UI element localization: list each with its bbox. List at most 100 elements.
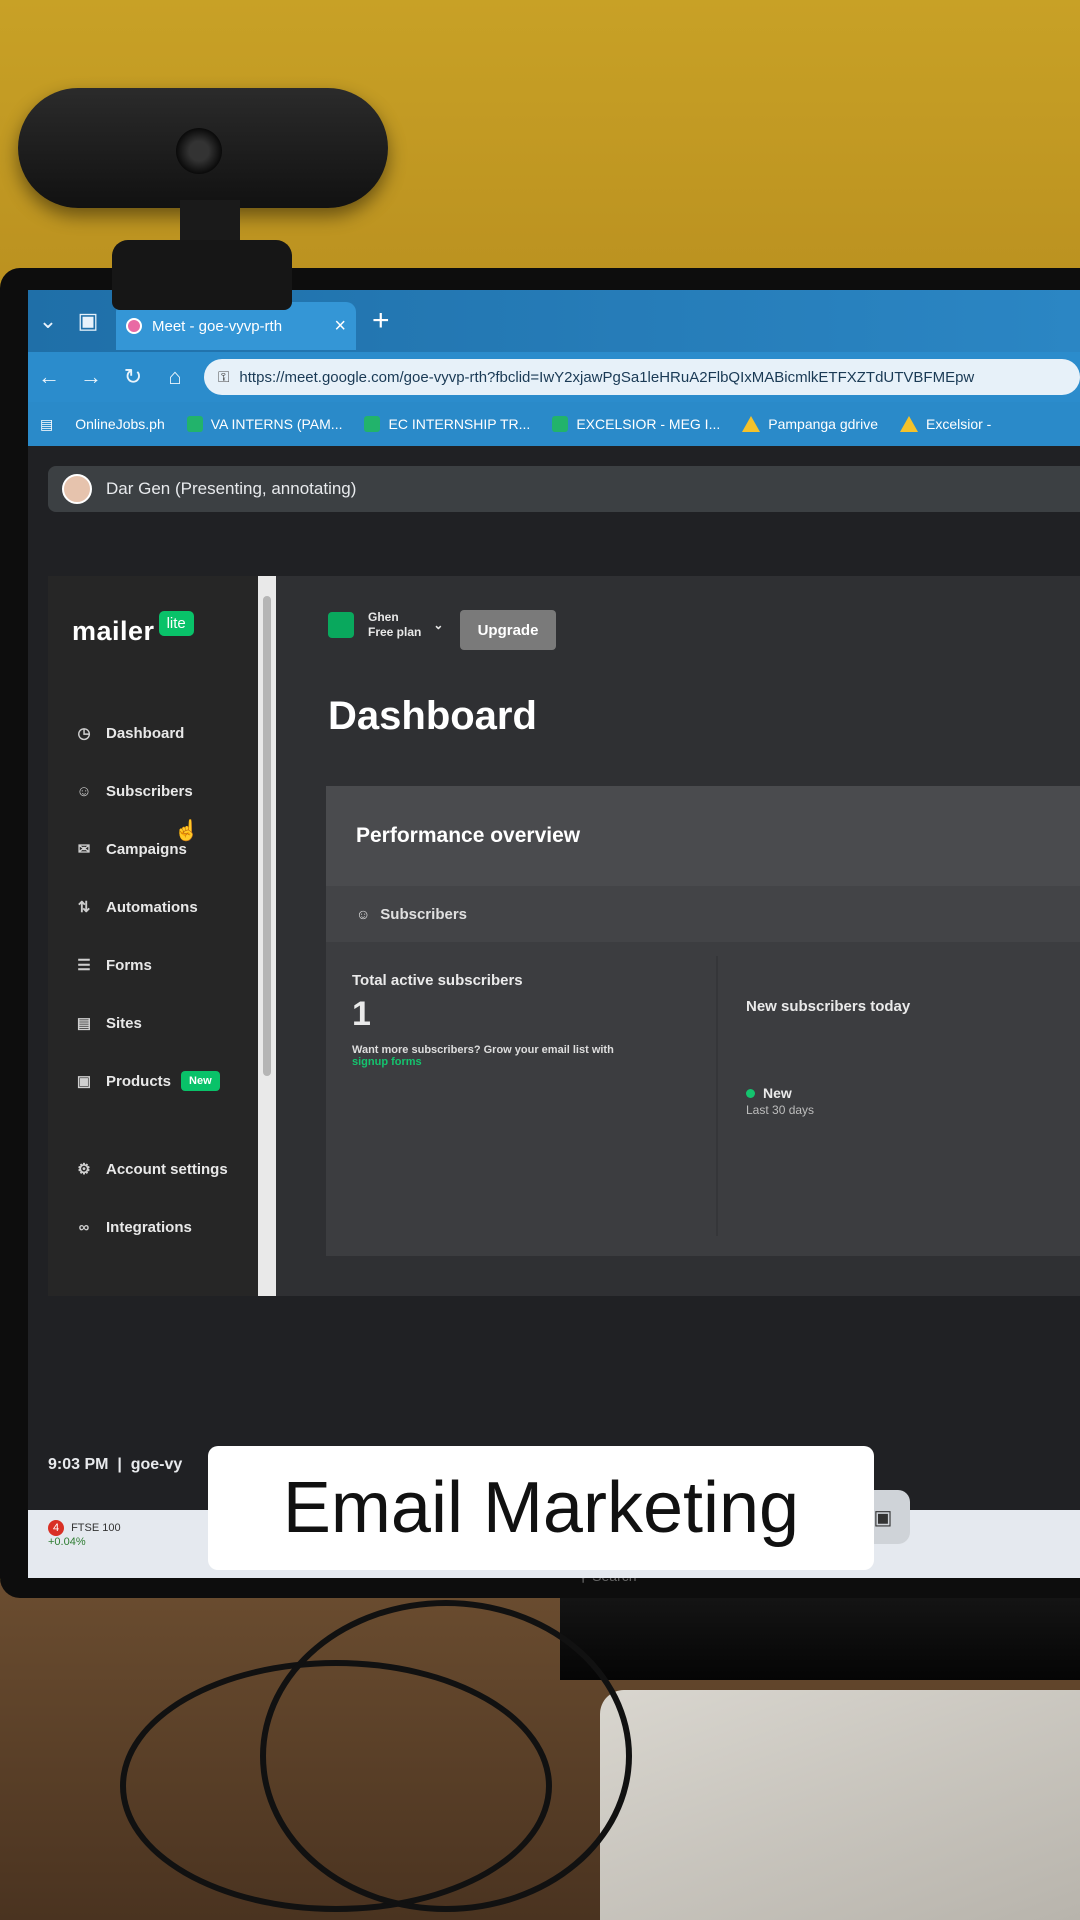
sidebar-item-label: Dashboard (106, 724, 185, 742)
close-tab-icon[interactable]: × (334, 315, 346, 338)
time-label: 9:03 PM (48, 1456, 109, 1473)
webcam-clip (112, 240, 292, 310)
stock-widget[interactable]: 4 FTSE 100 +0.04% (48, 1520, 121, 1548)
new-tab-icon[interactable]: + (372, 304, 390, 338)
webcam-lens (176, 128, 222, 174)
stat-value: 1 (352, 995, 371, 1033)
avatar (62, 474, 92, 504)
card-header: Performance overview (326, 786, 1080, 886)
bookmark-label: Pampanga gdrive (768, 416, 878, 432)
person-icon: ☺ (76, 782, 92, 800)
account-name: Ghen (368, 610, 399, 624)
sidebar-item-sites[interactable]: ▤ Sites (74, 994, 254, 1052)
address-bar[interactable]: ⚿ https://meet.google.com/goe-vyvp-rth?f… (204, 359, 1080, 395)
upgrade-button[interactable]: Upgrade (460, 610, 556, 650)
sidebar-item-label: Integrations (106, 1218, 192, 1236)
reload-icon[interactable]: ↻ (112, 364, 154, 390)
new-subscribers-stat: New subscribers today New Last 30 days (746, 998, 910, 1117)
back-icon[interactable]: ← (28, 364, 70, 390)
bookmark-item[interactable]: Excelsior - (900, 416, 991, 432)
stock-change: +0.04% (48, 1536, 86, 1548)
chevron-down-icon: ⌄ (433, 618, 444, 632)
sidebar-item-dashboard[interactable]: ◷ Dashboard (74, 704, 254, 762)
account-icon (328, 612, 354, 638)
bookmarks-menu-icon[interactable]: ▤ (40, 416, 53, 433)
signup-forms-link[interactable]: signup forms (352, 1056, 422, 1068)
sidebar-item-label: Account settings (106, 1160, 228, 1178)
stock-name: FTSE 100 (71, 1522, 121, 1534)
bag-icon: ▣ (76, 1073, 92, 1090)
main-content: Ghen Free plan ⌄ Upgrade Dashboard Perfo… (276, 576, 1080, 1296)
layers-icon: ☰ (77, 957, 91, 974)
bookmark-label: OnlineJobs.ph (75, 416, 165, 432)
scrollbar-thumb[interactable] (263, 596, 271, 1076)
meet-favicon-icon (126, 318, 142, 334)
legend-dot-icon (746, 1088, 755, 1098)
sidebar-item-label: Forms (106, 956, 152, 974)
logo-word: mailer (72, 616, 155, 646)
hint-text: Want more subscribers? Grow your email l… (352, 1044, 614, 1056)
scrollbar[interactable] (258, 576, 276, 1296)
bookmark-item[interactable]: EXCELSIOR - MEG I... (552, 416, 720, 432)
lock-icon: ⚿ (218, 368, 230, 386)
tab-subscribers[interactable]: ☺ Subscribers (326, 886, 1080, 942)
new-badge: New (181, 1071, 220, 1091)
browser-toolbar: ← → ↻ ⌂ ⚿ https://meet.google.com/goe-vy… (28, 352, 1080, 402)
monitor-screen: ⌄ ▣ Meet - goe-vyvp-rth × + ← → ↻ ⌂ ⚿ ht… (28, 290, 1080, 1578)
sidebar-item-campaigns[interactable]: ✉ Campaigns (74, 820, 254, 878)
bookmark-item[interactable]: EC INTERNSHIP TR... (364, 416, 530, 432)
gear-icon: ⚙ (77, 1161, 91, 1178)
bookmark-item[interactable]: VA INTERNS (PAM... (186, 416, 343, 432)
window-icon: ▤ (76, 1015, 92, 1032)
tab-label: Subscribers (380, 905, 468, 923)
sidebar-nav: ◷ Dashboard ☺ Subscribers ✉ Campaigns ⇅ … (74, 704, 254, 1256)
account-info: Ghen Free plan (368, 610, 421, 640)
automation-icon: ⇅ (77, 899, 91, 916)
bookmark-item[interactable]: OnlineJobs.ph (75, 416, 165, 432)
sidebar-item-products[interactable]: ▣ Products New (74, 1052, 254, 1110)
account-switcher[interactable]: Ghen Free plan ⌄ (328, 610, 443, 640)
sidebar-item-account-settings[interactable]: ⚙ Account settings (74, 1140, 254, 1198)
mailerlite-app: mailer lite ◷ Dashboard ☺ Subscribers ✉ … (48, 576, 1080, 1296)
drive-icon (742, 416, 761, 432)
divider (716, 956, 718, 1236)
mailerlite-logo[interactable]: mailer lite (72, 611, 194, 647)
drive-icon (900, 416, 918, 432)
legend-sub: Last 30 days (746, 1103, 815, 1117)
sheets-icon (552, 416, 569, 432)
notification-badge: 4 (48, 1520, 64, 1536)
bookmark-item[interactable]: Pampanga gdrive (742, 416, 878, 432)
home-icon[interactable]: ⌂ (154, 364, 196, 390)
stat-label: Total active subscribers (352, 972, 523, 989)
sheets-icon (364, 416, 381, 432)
sidebar-item-subscribers[interactable]: ☺ Subscribers (74, 762, 254, 820)
sidebar-item-forms[interactable]: ☰ Forms (74, 936, 254, 994)
sidebar-item-label: Products (106, 1072, 172, 1090)
sidebar: mailer lite ◷ Dashboard ☺ Subscribers ✉ … (48, 576, 258, 1296)
workspaces-icon[interactable]: ▣ (68, 301, 108, 341)
sidebar-item-label: Sites (106, 1014, 142, 1032)
video-caption: Email Marketing (208, 1446, 874, 1570)
chart-legend: New (746, 1085, 910, 1101)
envelope-icon: ✉ (77, 841, 91, 858)
url-text: https://meet.google.com/goe-vyvp-rth?fbc… (239, 368, 975, 386)
bookmark-label: EXCELSIOR - MEG I... (576, 416, 721, 432)
performance-card: Performance overview ☺ Subscribers Total… (326, 786, 1080, 1256)
account-plan: Free plan (368, 625, 422, 639)
meet-stage: Dar Gen (Presenting, annotating) mailer … (28, 446, 1080, 1546)
bookmark-label: VA INTERNS (PAM... (210, 416, 343, 432)
sidebar-item-automations[interactable]: ⇅ Automations (74, 878, 254, 936)
mouse-cursor-icon: ☝ (174, 820, 199, 842)
meeting-time: 9:03 PM | goe-vy (48, 1456, 183, 1473)
sidebar-item-integrations[interactable]: ∞ Integrations (74, 1198, 254, 1256)
sidebar-item-label: Campaigns (106, 840, 187, 858)
clock-icon: ◷ (77, 725, 91, 742)
bookmark-label: EC INTERNSHIP TR... (388, 416, 531, 432)
sidebar-item-label: Automations (106, 898, 198, 916)
presenter-bar: Dar Gen (Presenting, annotating) (48, 466, 1080, 512)
stat-label: New subscribers today (746, 998, 911, 1015)
bookmark-label: Excelsior - (926, 416, 992, 432)
forward-icon[interactable]: → (70, 364, 112, 390)
tab-list-chevron-icon[interactable]: ⌄ (28, 301, 68, 341)
